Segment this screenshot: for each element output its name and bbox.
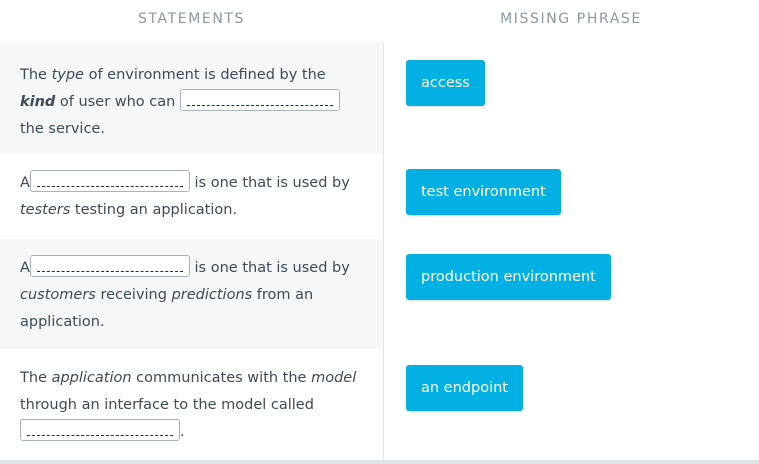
text: of user who can bbox=[55, 94, 176, 110]
statement-4-line-1: The application communicates with the mo… bbox=[20, 365, 363, 392]
italic-text: predictions bbox=[171, 287, 253, 303]
column-divider bbox=[383, 42, 384, 464]
header: STATEMENTS MISSING PHRASE bbox=[0, 0, 759, 42]
blank-drop-zone-1[interactable] bbox=[179, 89, 340, 111]
phrase-cell-2: test environment bbox=[384, 154, 759, 239]
text: receiving bbox=[95, 287, 172, 303]
text: . bbox=[180, 424, 185, 440]
statement-2: A is one that is used by testers testing… bbox=[0, 154, 383, 239]
text: from an bbox=[252, 287, 314, 303]
italic-text: customers bbox=[20, 287, 96, 303]
italic-text: type bbox=[51, 67, 84, 83]
missing-phrase-header: MISSING PHRASE bbox=[500, 11, 642, 27]
italic-text: application bbox=[51, 370, 132, 386]
text: communicates with the bbox=[131, 370, 312, 386]
statement-row-4: The application communicates with the mo… bbox=[0, 349, 759, 460]
statement-4-line-2: through an interface to the model called bbox=[20, 397, 314, 413]
text: The bbox=[20, 67, 52, 83]
text: The bbox=[20, 370, 52, 386]
blank-drop-zone-3[interactable] bbox=[29, 255, 190, 277]
statement-1-line-2: kind of user who can bbox=[20, 89, 363, 116]
statement-3-line-3: application. bbox=[20, 314, 105, 330]
text: is one that is used by bbox=[194, 260, 350, 276]
text: testing an application. bbox=[70, 202, 238, 218]
phrase-chip-an-endpoint[interactable]: an endpoint bbox=[406, 365, 523, 411]
statement-4: The application communicates with the mo… bbox=[0, 349, 383, 460]
statement-row-1: The type of environment is defined by th… bbox=[0, 42, 759, 154]
statement-1-line-1: The type of environment is defined by th… bbox=[20, 62, 363, 89]
phrase-chip-test-environment[interactable]: test environment bbox=[406, 169, 561, 215]
statement-4-line-3: . bbox=[20, 419, 363, 446]
text: is one that is used by bbox=[194, 175, 350, 191]
statement-3-line-1: A is one that is used by bbox=[20, 255, 363, 282]
blank-drop-zone-2[interactable] bbox=[29, 170, 190, 192]
statement-2-line-2: testers testing an application. bbox=[20, 197, 363, 224]
statement-3: A is one that is used by customers recei… bbox=[0, 239, 383, 349]
statement-row-3: A is one that is used by customers recei… bbox=[0, 239, 759, 349]
phrase-chip-production-environment[interactable]: production environment bbox=[406, 254, 611, 300]
italic-text: model bbox=[311, 370, 357, 386]
statement-2-line-1: A is one that is used by bbox=[20, 170, 363, 197]
text: of environment is defined by the bbox=[83, 67, 326, 83]
phrase-cell-1: access bbox=[384, 42, 759, 154]
phrase-cell-4: an endpoint bbox=[384, 349, 759, 460]
phrase-chip-access[interactable]: access bbox=[406, 60, 485, 106]
text: A bbox=[20, 260, 30, 276]
statement-row-2: A is one that is used by testers testing… bbox=[0, 154, 759, 239]
statements-header: STATEMENTS bbox=[137, 11, 246, 27]
bold-italic-text: kind bbox=[20, 94, 56, 110]
text: A bbox=[20, 175, 30, 191]
bottom-border bbox=[0, 460, 759, 464]
statement-1-line-3: the service. bbox=[20, 121, 105, 137]
statement-3-line-2: customers receiving predictions from an bbox=[20, 282, 363, 309]
phrase-cell-3: production environment bbox=[384, 239, 759, 349]
statement-1: The type of environment is defined by th… bbox=[0, 42, 383, 154]
italic-text: testers bbox=[20, 202, 71, 218]
blank-drop-zone-4[interactable] bbox=[20, 419, 180, 441]
